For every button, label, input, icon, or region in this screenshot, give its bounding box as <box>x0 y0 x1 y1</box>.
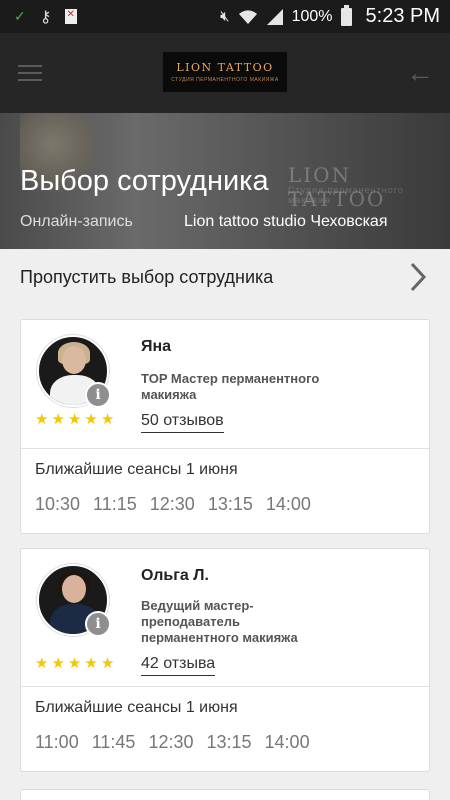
status-bar: ✓ ⚷ 🔇︎ 100% 5:23 PM <box>0 0 450 33</box>
employee-card-partial[interactable] <box>20 789 430 800</box>
star-icon: ★ <box>35 655 49 672</box>
logo-title: LION TATTOO <box>176 61 274 74</box>
star-icon: ★ <box>100 411 115 428</box>
battery-icon <box>340 4 352 26</box>
chevron-right-icon <box>410 262 427 292</box>
app-bar: LION TATTOO СТУДИЯ ПЕРМАНЕНТНОГО МАКИЯЖА… <box>0 33 450 113</box>
info-icon[interactable]: i <box>85 382 111 408</box>
employee-card[interactable]: i ★ ★ ★ ★ ★ Ольга Л. Ведущий мастер-преп… <box>20 548 430 772</box>
mute-icon: 🔇︎ <box>220 8 230 25</box>
time-slot[interactable]: 11:45 <box>92 732 136 753</box>
signal-icon <box>266 8 283 25</box>
time-slot[interactable]: 10:30 <box>35 494 80 515</box>
star-icon: ★ <box>51 411 65 428</box>
sessions-title: Ближайшие сеансы 1 июня <box>35 461 238 478</box>
time-slot[interactable]: 11:15 <box>93 494 137 515</box>
logo: LION TATTOO СТУДИЯ ПЕРМАНЕНТНОГО МАКИЯЖА <box>163 52 287 92</box>
employee-name: Яна <box>141 338 172 355</box>
hero-watermark-subtitle: Студия перманентного макияжа <box>288 185 404 205</box>
star-icon: ★ <box>84 411 98 428</box>
logo-subtitle: СТУДИЯ ПЕРМАНЕНТНОГО МАКИЯЖА <box>171 77 279 83</box>
employee-role: TOP Мастер перманентного макияжа <box>141 371 320 402</box>
time-slot[interactable]: 12:30 <box>150 494 195 515</box>
employee-role: Ведущий мастер-преподаватель перманентно… <box>141 598 298 645</box>
time-slots: 10:30 11:15 12:30 13:15 14:00 <box>35 494 311 515</box>
reviews-link[interactable]: 50 отзывов <box>141 412 224 433</box>
wifi-icon <box>238 9 257 24</box>
employee-card[interactable]: i ★ ★ ★ ★ ★ Яна TOP Мастер перманентного… <box>20 319 430 534</box>
rating-stars: ★ ★ ★ ★ ★ <box>35 656 114 671</box>
time-slot[interactable]: 14:00 <box>265 732 310 753</box>
star-icon: ★ <box>51 655 65 672</box>
info-icon[interactable]: i <box>85 611 111 637</box>
skip-employee-button[interactable]: Пропустить выбор сотрудника <box>0 249 450 305</box>
clock: 5:23 PM <box>365 5 440 27</box>
time-slot[interactable]: 12:30 <box>148 732 193 753</box>
file-error-icon <box>65 9 78 24</box>
studio-name: Lion tattoo studio Чеховская <box>184 213 388 230</box>
key-icon: ⚷ <box>39 8 52 26</box>
page-title: Выбор сотрудника <box>20 165 269 197</box>
star-icon: ★ <box>67 411 82 428</box>
skip-label: Пропустить выбор сотрудника <box>20 266 274 287</box>
rating-stars: ★ ★ ★ ★ ★ <box>35 412 114 427</box>
time-slot[interactable]: 14:00 <box>266 494 311 515</box>
time-slots: 11:00 11:45 12:30 13:15 14:00 <box>35 732 310 753</box>
hamburger-icon[interactable] <box>18 65 42 81</box>
star-icon: ★ <box>67 655 82 672</box>
time-slot[interactable]: 11:00 <box>35 732 79 753</box>
sessions-title: Ближайшие сеансы 1 июня <box>35 699 238 716</box>
time-slot[interactable]: 13:15 <box>208 494 253 515</box>
employee-name: Ольга Л. <box>141 567 209 584</box>
hero-banner: LION TATTOO Студия перманентного макияжа… <box>0 113 450 249</box>
battery-percent: 100% <box>291 7 333 25</box>
reviews-link[interactable]: 42 отзыва <box>141 655 216 676</box>
star-icon: ★ <box>84 655 98 672</box>
check-icon: ✓ <box>14 8 26 24</box>
star-icon: ★ <box>35 411 49 428</box>
arrow-left-icon[interactable]: ← <box>406 57 434 89</box>
time-slot[interactable]: 13:15 <box>206 732 251 753</box>
booking-type-label: Онлайн-запись <box>20 213 133 230</box>
star-icon: ★ <box>100 655 115 672</box>
